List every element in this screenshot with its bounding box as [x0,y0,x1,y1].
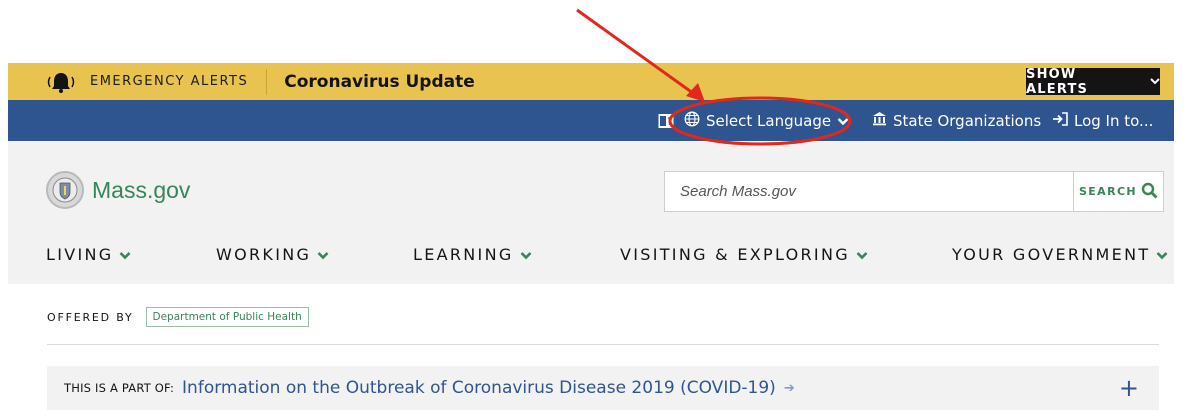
search-box: SEARCH [664,171,1164,212]
arrow-right-icon: ➔ [783,380,795,396]
nav-item-living[interactable]: LIVING [46,245,131,264]
alerts-divider [266,68,268,95]
offered-by: OFFERED BY Department of Public Health [47,307,309,327]
chevron-down-icon [856,245,868,264]
emergency-alerts-label: EMERGENCY ALERTS [90,74,249,89]
log-in-button[interactable]: Log In to... [1052,100,1153,141]
part-of-link[interactable]: Information on the Outbreak of Coronavir… [182,378,776,398]
chevron-down-icon [119,245,131,264]
select-language-button[interactable]: Select Language [684,100,849,141]
nav-item-visiting-exploring[interactable]: VISITING & EXPLORING [620,245,868,264]
main-nav: LIVING WORKING LEARNING VISITING & EXPLO… [8,245,1174,269]
logo-text: Mass.gov [92,176,191,203]
offered-by-org-link[interactable]: Department of Public Health [145,307,309,327]
section-divider [47,344,1159,345]
mass-gov-logo[interactable]: Mass.gov [46,171,190,209]
show-alerts-label: SHOW ALERTS [1026,66,1089,97]
bell-icon [46,71,76,93]
chevron-down-icon [317,245,329,264]
nav-item-label: WORKING [216,245,312,264]
alert-title-link[interactable]: Coronavirus Update [284,72,475,92]
select-language-label: Select Language [706,111,832,130]
chevron-down-icon [1156,245,1168,264]
globe-icon [684,111,700,131]
search-button[interactable]: SEARCH [1073,172,1163,211]
translate-icon[interactable] [658,100,676,141]
site-header: Mass.gov SEARCH LIVING WORKING LEARNING … [8,141,1174,284]
log-in-label: Log In to... [1074,111,1154,130]
state-seal-icon [46,171,84,209]
login-icon [1052,111,1068,130]
expand-plus-button[interactable]: + [1119,374,1139,402]
nav-item-label: LIVING [46,245,114,264]
part-of-label: THIS IS A PART OF: [64,381,175,395]
chevron-down-icon [1150,74,1160,89]
nav-item-working[interactable]: WORKING [216,245,329,264]
chevron-down-icon [520,245,532,264]
emergency-alerts-bar: EMERGENCY ALERTS Coronavirus Update SHOW… [8,63,1174,100]
nav-item-label: YOUR GOVERNMENT [952,245,1151,264]
part-of-bar: THIS IS A PART OF: Information on the Ou… [47,366,1159,410]
state-organizations-button[interactable]: State Organizations [872,100,1041,141]
nav-item-label: VISITING & EXPLORING [620,245,850,264]
nav-item-your-government[interactable]: YOUR GOVERNMENT [952,245,1168,264]
utility-nav: Select Language State Organizations Log … [8,100,1174,141]
nav-item-learning[interactable]: LEARNING [413,245,532,264]
search-button-label: SEARCH [1078,185,1138,198]
nav-item-label: LEARNING [413,245,514,264]
search-input[interactable] [665,172,1073,211]
offered-by-label: OFFERED BY [47,310,134,324]
state-organizations-label: State Organizations [893,111,1042,130]
chevron-down-icon [837,112,849,130]
search-icon [1141,182,1158,202]
building-icon [872,111,887,130]
show-alerts-button[interactable]: SHOW ALERTS [1026,66,1160,97]
